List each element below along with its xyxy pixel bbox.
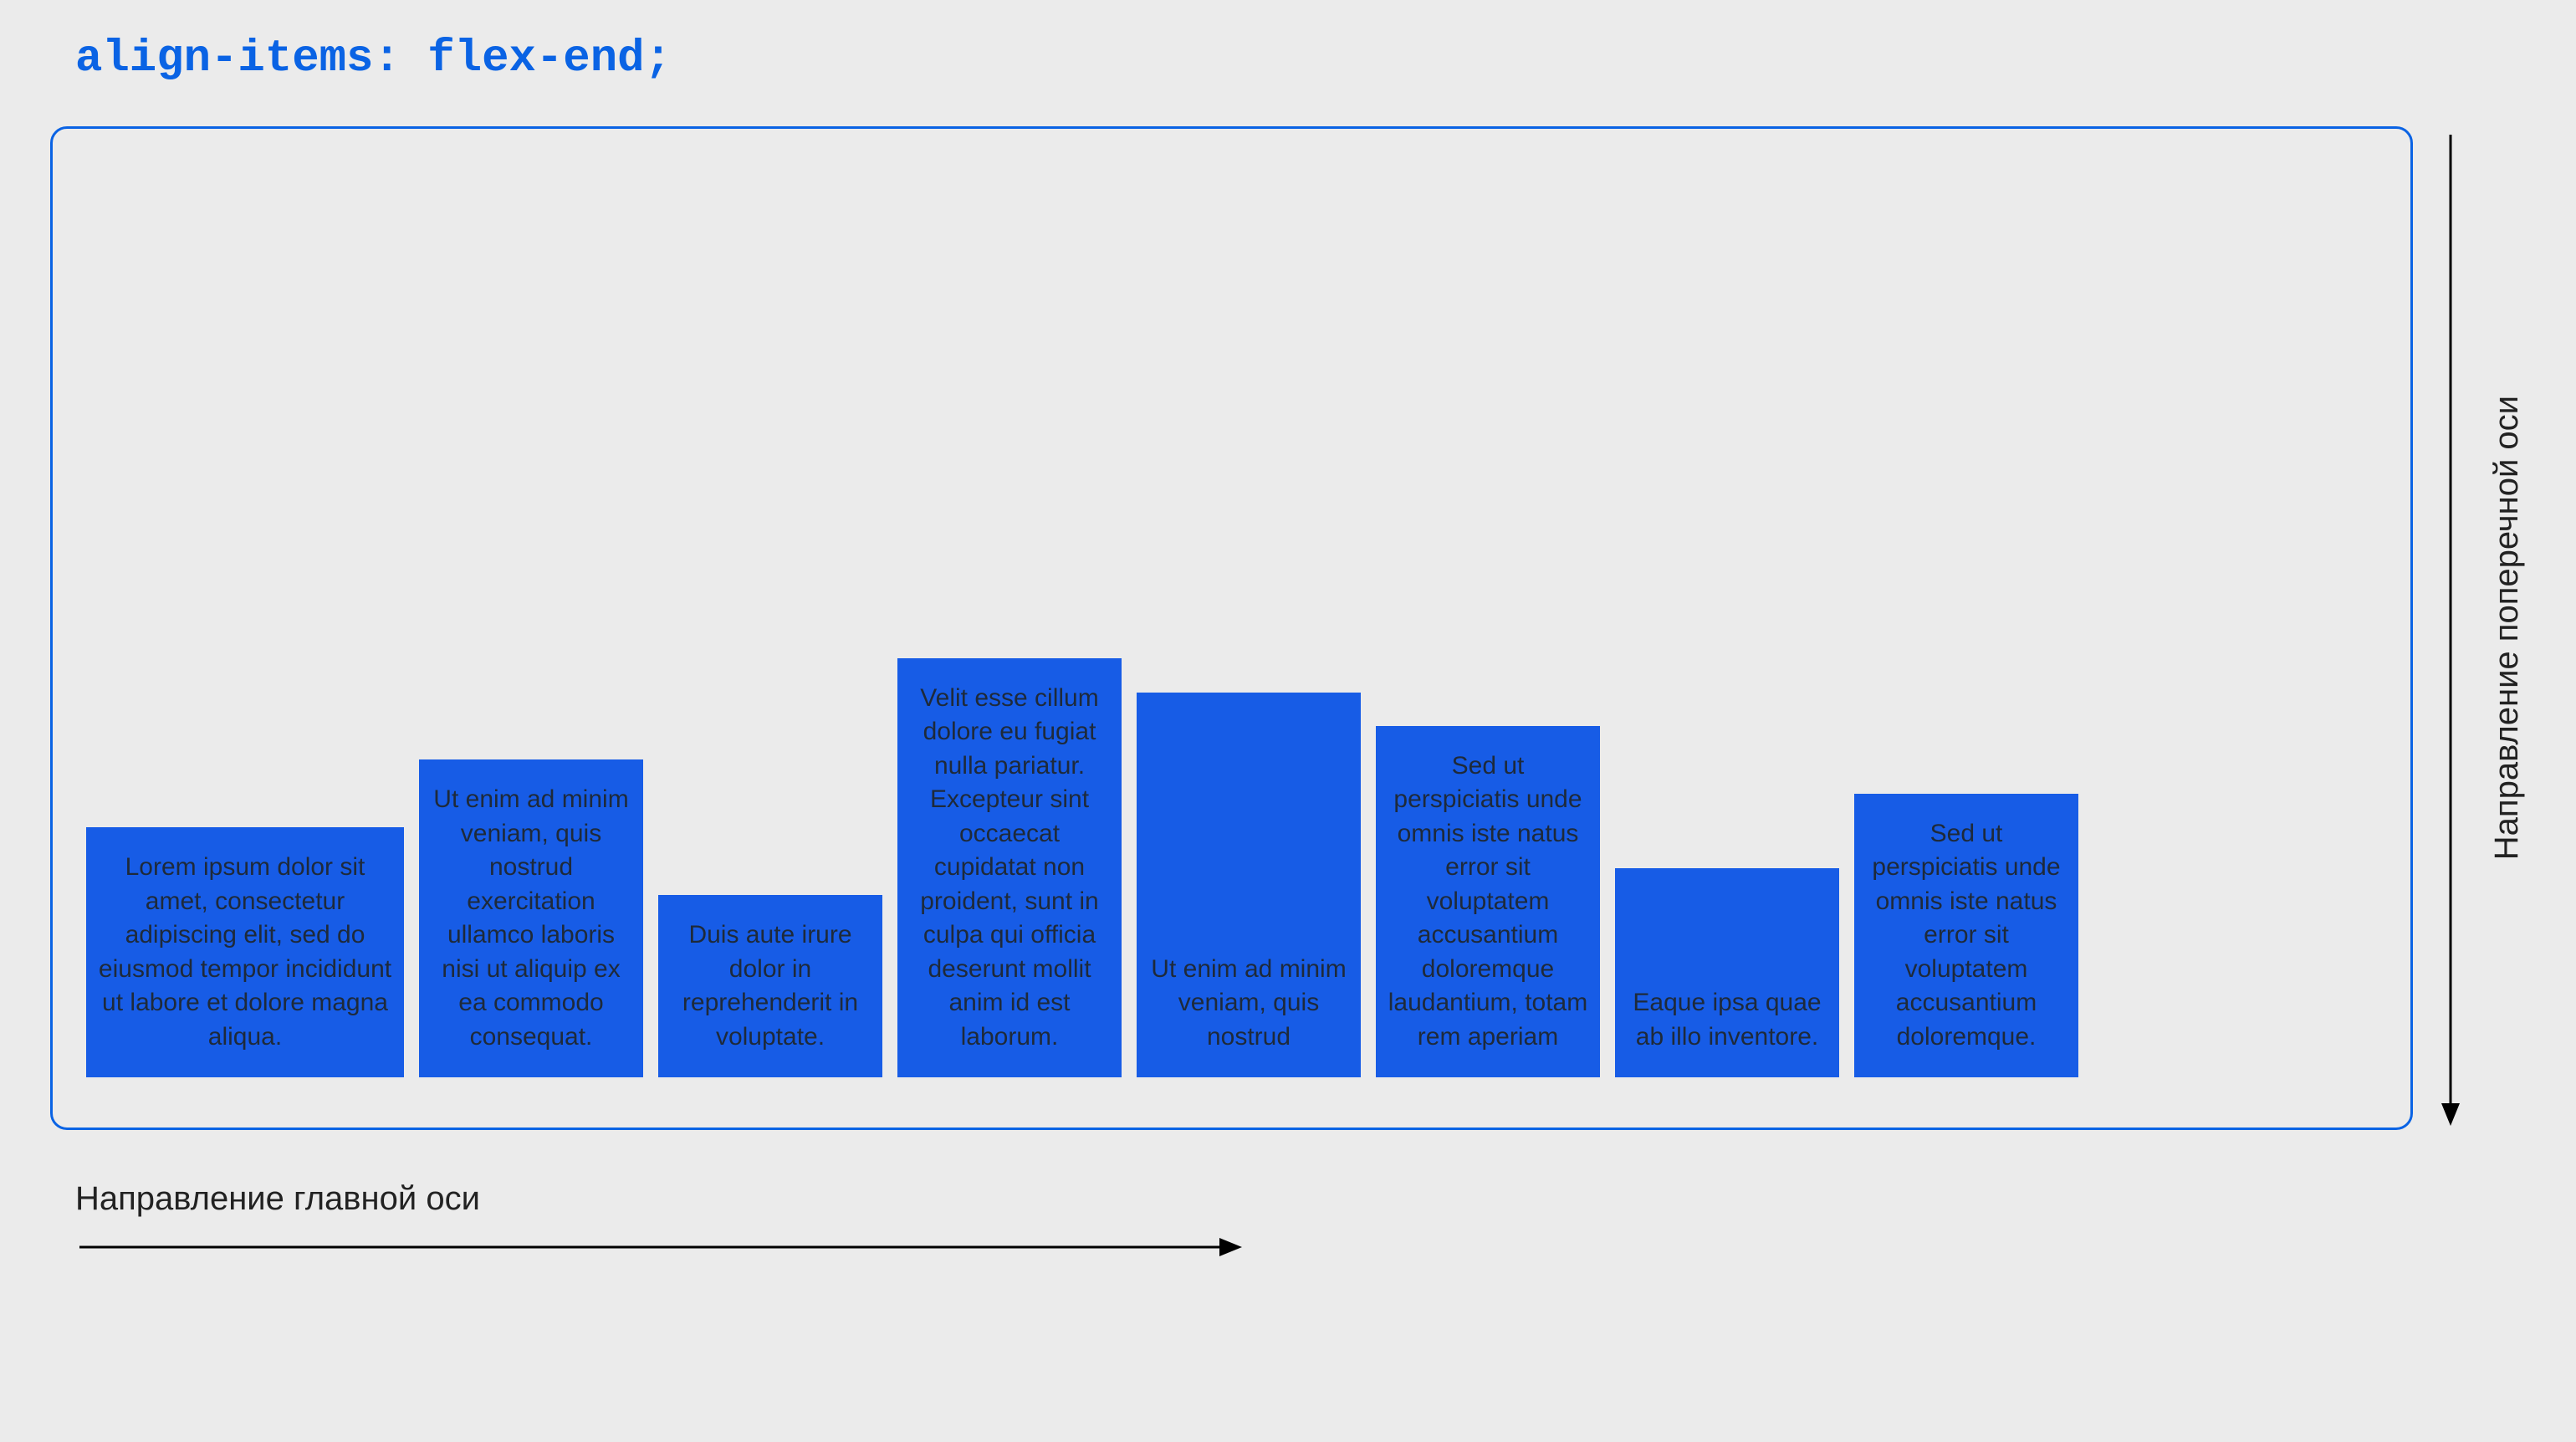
flex-item-text: Ut enim ad minim veniam, quis nostrud ex… xyxy=(431,783,631,1054)
flex-item: Eaque ipsa quae ab illo inventore. xyxy=(1615,868,1839,1077)
diagram-title: align-items: flex-end; xyxy=(75,33,2526,84)
flex-item: Duis aute irure dolor in reprehenderit i… xyxy=(658,895,882,1077)
arrow-right-icon xyxy=(75,1235,2526,1260)
flex-item: Ut enim ad minim veniam, quis nostrud ex… xyxy=(419,759,643,1077)
main-axis-indicator: Направление главной оси xyxy=(75,1180,2526,1260)
flex-container: Lorem ipsum dolor sit amet, consectetur … xyxy=(50,126,2413,1130)
flex-item-text: Ut enim ad minim veniam, quis nostrud xyxy=(1148,953,1349,1055)
arrow-down-icon xyxy=(2438,126,2463,1130)
flex-item: Velit esse cillum dolore eu fugiat nulla… xyxy=(897,658,1122,1078)
flex-item: Sed ut perspiciatis unde omnis iste natu… xyxy=(1376,726,1600,1078)
cross-axis-label: Направление поперечной оси xyxy=(2488,396,2526,860)
flex-item-text: Duis aute irure dolor in reprehenderit i… xyxy=(670,918,871,1054)
cross-axis-indicator: Направление поперечной оси xyxy=(2438,126,2526,1130)
flex-item: Sed ut perspiciatis unde omnis iste natu… xyxy=(1854,794,2078,1078)
flex-item: Lorem ipsum dolor sit amet, consectetur … xyxy=(86,827,404,1077)
flex-item-text: Velit esse cillum dolore eu fugiat nulla… xyxy=(909,682,1110,1055)
flex-item-text: Sed ut perspiciatis unde omnis iste natu… xyxy=(1388,749,1588,1055)
flex-item: Ut enim ad minim veniam, quis nostrud xyxy=(1137,693,1361,1077)
flex-item-text: Eaque ipsa quae ab illo inventore. xyxy=(1627,986,1827,1054)
flex-item-text: Sed ut perspiciatis unde omnis iste natu… xyxy=(1866,817,2067,1055)
main-axis-label: Направление главной оси xyxy=(75,1180,2526,1218)
flex-item-text: Lorem ipsum dolor sit amet, consectetur … xyxy=(98,851,392,1054)
main-row: Lorem ipsum dolor sit amet, consectetur … xyxy=(50,126,2526,1130)
